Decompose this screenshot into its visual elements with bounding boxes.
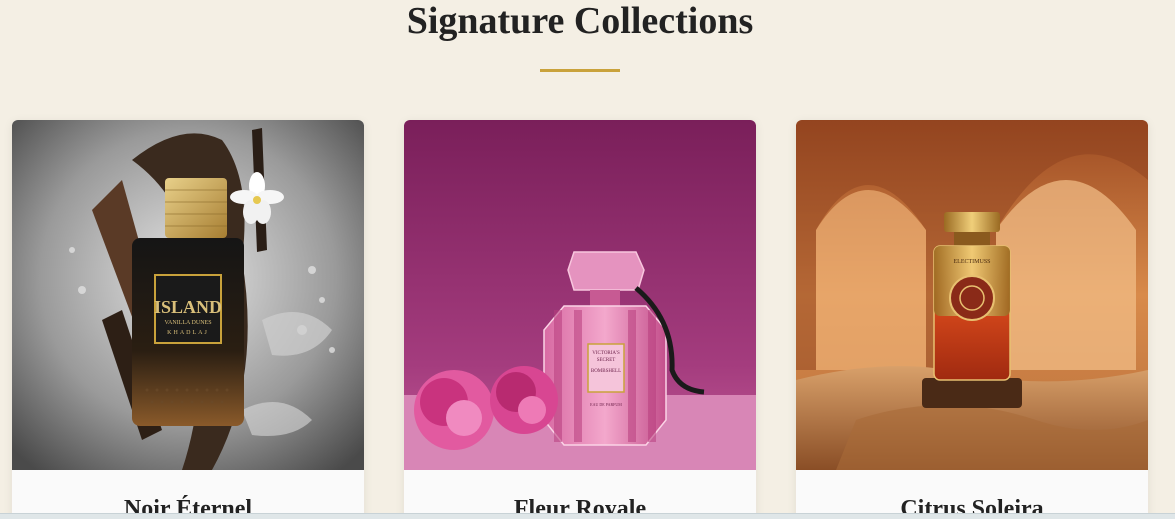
svg-text:VANILLA DUNES: VANILLA DUNES — [164, 320, 211, 326]
title-underline — [540, 69, 620, 72]
pink-perfume-bottle-with-peonies-icon[interactable]: VICTORIA'S SECRET BOMBSHELL EAU DE PARFU… — [404, 120, 756, 470]
svg-text:ELECTIMUSS: ELECTIMUSS — [953, 259, 990, 265]
amber-perfume-bottle-in-desert-arches-icon[interactable]: ELECTIMUSS — [796, 120, 1148, 470]
svg-text:VICTORIA'S: VICTORIA'S — [592, 351, 620, 356]
svg-text:EAU DE PARFUM: EAU DE PARFUM — [590, 402, 622, 407]
section-title: Signature Collections — [406, 0, 754, 42]
svg-text:ISLAND: ISLAND — [154, 297, 222, 317]
svg-text:SECRET: SECRET — [597, 358, 616, 363]
page: Signature Collections ISLAND VANILLA DUN… — [0, 0, 1175, 519]
svg-text:KHADLAJ: KHADLAJ — [167, 330, 209, 336]
dark-perfume-bottle-with-vanilla-icon[interactable]: ISLAND VANILLA DUNES KHADLAJ — [12, 120, 364, 470]
horizontal-scrollbar[interactable] — [0, 513, 1175, 519]
product-card-citrus-soleira[interactable]: ELECTIMUSS Citrus Soleira — [796, 120, 1148, 519]
svg-text:BOMBSHELL: BOMBSHELL — [591, 369, 621, 374]
product-card-fleur-royale[interactable]: VICTORIA'S SECRET BOMBSHELL EAU DE PARFU… — [404, 120, 756, 519]
product-card-noir-eternel[interactable]: ISLAND VANILLA DUNES KHADLAJ Noir Éterne… — [12, 120, 364, 519]
